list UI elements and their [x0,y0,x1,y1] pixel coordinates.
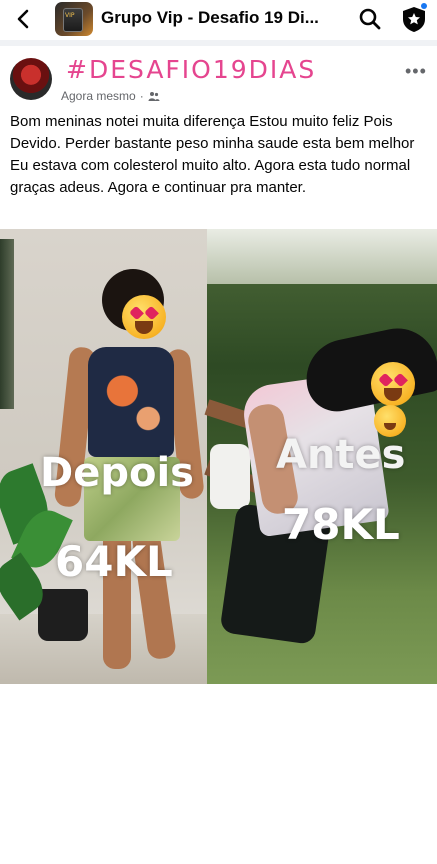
post-photo[interactable]: Depois 64KL Antes 78KL [0,229,437,684]
post-hashtag[interactable]: #DESAFIO19DIAS [66,55,316,84]
before-weight: 78KL [282,500,400,549]
divider [0,40,437,46]
group-icon [148,92,160,101]
back-button[interactable] [12,7,34,31]
before-label: Antes [276,432,406,478]
post-body-text: Bom meninas notei muita diferença Estou … [10,113,415,196]
post-timestamp[interactable]: Agora mesmo [61,89,136,103]
heart-eyes-emoji [371,362,415,406]
post-meta: Agora mesmo · [61,89,160,103]
group-title[interactable]: Grupo Vip - Desafio 19 Di... [101,8,319,28]
after-label: Depois [40,450,194,496]
more-options-button[interactable]: ••• [405,61,427,82]
heart-eyes-emoji [122,295,166,339]
chevron-left-icon [17,9,29,29]
more-dots-icon: ••• [405,61,427,81]
avatar[interactable] [10,58,52,100]
search-icon [359,8,381,30]
after-weight: 64KL [55,537,173,586]
notification-dot [421,3,427,9]
meta-separator: · [139,89,144,103]
top-app-bar: VIP Grupo Vip - Desafio 19 Di... [0,0,437,38]
search-button[interactable] [358,7,382,31]
plant-pot [38,589,88,641]
group-thumbnail[interactable]: VIP [55,2,93,36]
